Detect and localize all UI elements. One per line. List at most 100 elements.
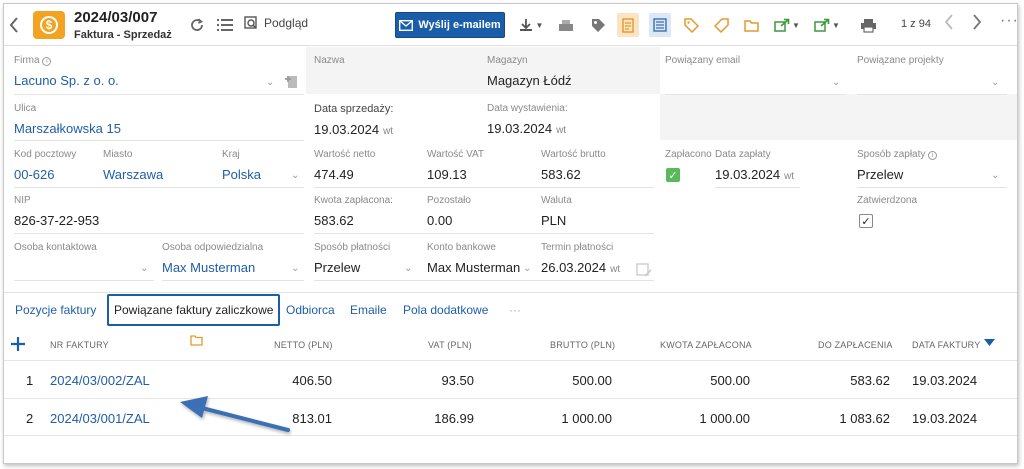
kwota-zaplacona-value[interactable]: 583.62	[314, 213, 393, 228]
chevron-down-icon[interactable]: ⌄	[291, 263, 299, 274]
table-row[interactable]: 1 2024/03/002/ZAL 406.50 93.50 500.00 50…	[4, 360, 1017, 398]
miasto-label: Miasto	[103, 149, 133, 160]
column-header[interactable]: VAT (PLN)	[428, 340, 472, 350]
zatwierdzona-field[interactable]: Zatwierdzona	[857, 195, 917, 206]
folder-button[interactable]	[740, 13, 762, 37]
data-zaplaty-value[interactable]: 19.03.2024	[715, 167, 780, 182]
ulica-value[interactable]: Marszałkowska 15	[14, 121, 121, 136]
sort-desc-icon[interactable]	[984, 339, 995, 347]
column-header[interactable]: DATA FAKTURY	[912, 340, 980, 350]
nip-field[interactable]: NIP 826-37-22-953	[14, 195, 99, 228]
zaplacono-checkbox[interactable]: ✓	[666, 168, 680, 182]
caret-down-icon: ▼	[535, 20, 544, 30]
magazyn-field[interactable]: Magazyn Magazyn Łódź	[487, 55, 572, 88]
miasto-field[interactable]: Miasto Warszawa	[103, 149, 163, 182]
waluta-field[interactable]: Waluta PLN	[541, 195, 572, 228]
calendar-edit-icon[interactable]	[636, 261, 652, 277]
export-green-dropdown-button[interactable]: ▼	[770, 13, 804, 37]
ulica-field[interactable]: Ulica Marszałkowska 15	[14, 103, 121, 136]
wartosc-netto-label: Wartość netto	[314, 149, 376, 160]
download-dropdown-button[interactable]: ▼	[514, 13, 548, 37]
preview-button[interactable]: Podgląd	[244, 16, 308, 30]
share-green-dropdown-button[interactable]: ▼	[810, 13, 844, 37]
data-wystawienia-label: Data wystawienia:	[487, 103, 568, 114]
powiazane-projekty-field[interactable]: Powiązane projekty	[857, 55, 944, 66]
column-header[interactable]: KWOTA ZAPŁACONA	[660, 340, 752, 350]
chevron-down-icon[interactable]: ⌄	[991, 77, 999, 88]
document-blue-button[interactable]	[649, 13, 671, 37]
termin-platnosci-value[interactable]: 26.03.2024	[541, 260, 606, 275]
table-row[interactable]: 2 2024/03/001/ZAL 813.01 186.99 1 000.00…	[4, 398, 1017, 436]
chevron-down-icon[interactable]: ⌄	[140, 263, 148, 274]
column-header[interactable]: NR FAKTURY	[50, 340, 109, 350]
osoba-kontaktowa-field[interactable]: Osoba kontaktowa	[14, 242, 97, 260]
tag-discount-button[interactable]	[587, 13, 609, 37]
tab-more[interactable]: ···	[509, 293, 521, 327]
firma-value[interactable]: Lacuno Sp. z o. o.	[14, 73, 119, 88]
tab-pozycje-faktury[interactable]: Pozycje faktury	[15, 293, 96, 327]
zaplacono-field[interactable]: Zapłacono	[665, 149, 712, 160]
data-wystawienia-field[interactable]: Data wystawienia: 19.03.2024 wt	[487, 103, 568, 136]
weekday-suffix: wt	[784, 171, 795, 182]
print-fiscal-button[interactable]	[555, 13, 577, 37]
termin-platnosci-field[interactable]: Termin płatności 26.03.2024 wt	[541, 242, 620, 275]
more-options-icon[interactable]: ···	[1000, 12, 1017, 30]
document-number: 2024/03/007	[74, 9, 158, 26]
sposob-platnosci-field[interactable]: Sposób płatności Przelew	[314, 242, 390, 275]
chevron-down-icon[interactable]: ⌄	[291, 170, 299, 181]
chevron-down-icon[interactable]: ⌄	[404, 263, 412, 274]
miasto-value[interactable]: Warszawa	[103, 167, 163, 182]
osoba-odpowiedzialna-value[interactable]: Max Musterman	[162, 260, 263, 275]
tab-emaile[interactable]: Emaile	[350, 293, 387, 327]
kod-pocztowy-value[interactable]: 00-626	[14, 167, 76, 182]
firma-field[interactable]: Firma i Lacuno Sp. z o. o.	[14, 55, 119, 88]
invoice-number-link[interactable]: 2024/03/002/ZAL	[50, 373, 150, 388]
print-button[interactable]	[857, 13, 879, 37]
prev-record-icon[interactable]	[944, 13, 954, 36]
tab-pola-dodatkowe[interactable]: Pola dodatkowe	[403, 293, 488, 327]
chevron-down-icon[interactable]: ⌄	[832, 77, 840, 88]
document-orange-button[interactable]	[617, 13, 639, 37]
tab-powiazane-faktury-zaliczkowe[interactable]: Powiązane faktury zaliczkowe	[107, 294, 281, 326]
data-sprzedazy-field[interactable]: Data sprzedaży: 19.03.2024 wt	[314, 103, 393, 137]
data-sprzedazy-value[interactable]: 19.03.2024	[314, 122, 379, 137]
sposob-zaplaty-field[interactable]: Sposób zapłaty i Przelew	[857, 149, 938, 182]
data-zaplaty-field[interactable]: Data zapłaty 19.03.2024 wt	[715, 149, 794, 182]
chevron-down-icon[interactable]: ⌄	[523, 263, 531, 274]
zatwierdzona-checkbox[interactable]: ✓	[859, 214, 873, 228]
data-zaplaty-label: Data zapłaty	[715, 149, 771, 160]
sposob-platnosci-value[interactable]: Przelew	[314, 260, 390, 275]
chevron-down-icon[interactable]: ⌄	[266, 77, 274, 88]
next-record-icon[interactable]	[972, 13, 982, 36]
kod-pocztowy-field[interactable]: Kod pocztowy 00-626	[14, 149, 76, 182]
list-icon[interactable]	[216, 16, 234, 34]
tab-odbiorca[interactable]: Odbiorca	[286, 293, 335, 327]
column-header[interactable]: DO ZAPŁACENIA	[818, 340, 893, 350]
back-arrow-icon[interactable]	[6, 14, 22, 36]
column-header[interactable]: BRUTTO (PLN)	[550, 340, 615, 350]
osoba-odpowiedzialna-field[interactable]: Osoba odpowiedzialna Max Musterman	[162, 242, 263, 275]
magazyn-value[interactable]: Magazyn Łódź	[487, 73, 572, 88]
nazwa-field[interactable]: Nazwa	[314, 55, 345, 73]
invoice-number-link[interactable]: 2024/03/001/ZAL	[50, 411, 150, 426]
magazyn-label: Magazyn	[487, 55, 528, 66]
powiazany-email-field[interactable]: Powiązany email	[665, 55, 740, 66]
chevron-down-icon[interactable]: ⌄	[991, 170, 999, 181]
label-tag-button[interactable]	[710, 13, 732, 37]
waluta-value[interactable]: PLN	[541, 213, 572, 228]
price-tag-button[interactable]	[680, 13, 702, 37]
kraj-field[interactable]: Kraj Polska	[222, 149, 261, 182]
send-email-button[interactable]: Wyślij e-mailem	[395, 12, 505, 38]
add-row-icon[interactable]	[8, 334, 28, 354]
add-company-icon[interactable]	[284, 73, 300, 89]
refresh-icon[interactable]	[188, 16, 206, 34]
kwota-zaplacona-field[interactable]: Kwota zapłacona: 583.62	[314, 195, 393, 228]
folder-icon[interactable]	[190, 335, 203, 346]
konto-bankowe-field[interactable]: Konto bankowe Max Musterman	[427, 242, 520, 275]
konto-bankowe-value[interactable]: Max Musterman	[427, 260, 520, 275]
nip-value[interactable]: 826-37-22-953	[14, 213, 99, 228]
kraj-value[interactable]: Polska	[222, 167, 261, 182]
column-header[interactable]: NETTO (PLN)	[274, 340, 333, 350]
sposob-zaplaty-value[interactable]: Przelew	[857, 167, 937, 182]
data-wystawienia-value[interactable]: 19.03.2024	[487, 121, 552, 136]
